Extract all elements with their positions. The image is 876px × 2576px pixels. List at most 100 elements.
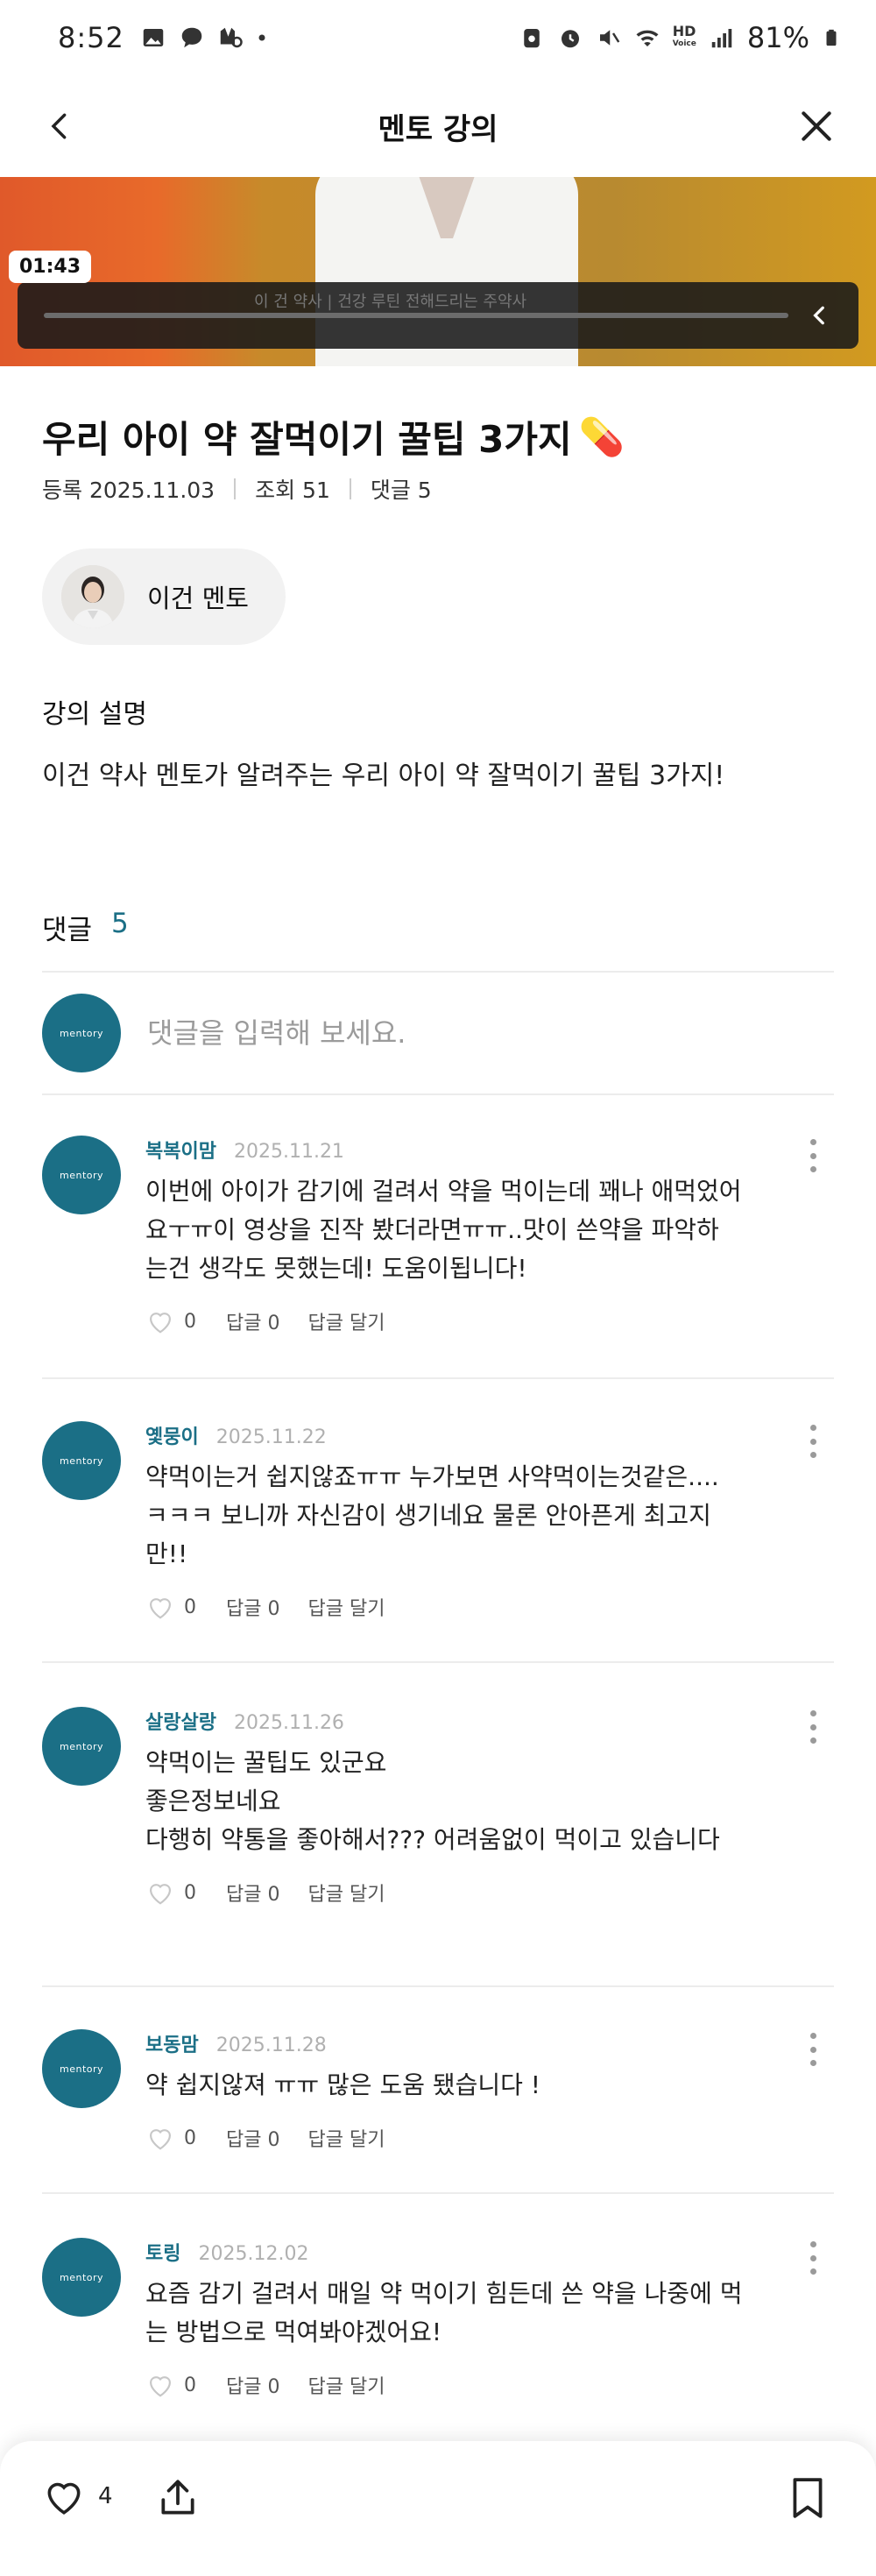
comment-reply-button[interactable]: 답글 달기 (307, 1307, 385, 1335)
comment-text: 약먹이는거 쉽지않죠ㅠㅠ 누가보면 사약먹이는것같은.... ㅋㅋㅋ 보니까 자… (145, 1462, 719, 1568)
comment-author: 복복이맘 (145, 1141, 216, 1163)
wifi-icon (636, 30, 659, 46)
divider (42, 1985, 834, 1987)
lecture-title: 우리 아이 약 잘먹이기 꿀팁 3가지 💊 (42, 410, 625, 464)
mute-icon (599, 30, 619, 46)
mentor-chip[interactable]: 이건 멘토 (42, 548, 286, 645)
close-icon (802, 111, 831, 141)
comment-like-count: 0 (184, 2127, 196, 2149)
video-controls: 이 건 약사 | 건강 루틴 전해드리는 주약사 (18, 282, 858, 349)
video-collapse-button[interactable] (802, 298, 837, 333)
comment-input-row: mentory (42, 994, 834, 1072)
gallery-icon (143, 29, 164, 46)
meta-divider (349, 478, 351, 499)
comment-like-button[interactable]: 0 (145, 2125, 196, 2151)
video-player[interactable]: 이 건 약사 | 건강 루틴 전해드리는 주약사 (0, 177, 876, 366)
heart-icon (149, 1313, 172, 1334)
comment-author: 살랑살랑 (145, 1712, 216, 1734)
divider (42, 1661, 834, 1663)
chevron-left-icon (813, 306, 824, 325)
mentor-photo (61, 565, 124, 628)
view-count: 조회 51 (255, 478, 330, 503)
registered-date: 등록 2025.11.03 (42, 478, 215, 503)
comment-reply-count: 답글 0 (226, 2376, 280, 2398)
status-right: HD Voice 81% (519, 21, 841, 54)
battery-icon (826, 29, 837, 46)
meta-divider (234, 478, 237, 499)
heart-icon (149, 2129, 172, 2150)
comment-like-count: 0 (184, 1881, 196, 1904)
video-progress-bar[interactable] (44, 313, 788, 318)
like-count: 4 (98, 2483, 113, 2509)
share-button[interactable] (156, 2476, 200, 2523)
comment-avatar: mentory (42, 1421, 121, 1500)
bookmark-button[interactable] (788, 2476, 827, 2523)
status-notification-icons (140, 25, 268, 51)
video-time-badge: 01:43 (9, 251, 92, 283)
more-vertical-icon[interactable] (802, 2029, 823, 2070)
comment-text: 약 쉽지않져 ㅠㅠ 많은 도움 됐습니다 ! (145, 2070, 541, 2099)
app-header: 멘토 강의 (0, 75, 876, 177)
back-arrow-icon (51, 113, 67, 139)
more-vertical-icon[interactable] (802, 2238, 823, 2278)
more-vertical-icon[interactable] (802, 1136, 823, 1176)
comment-date: 2025.11.22 (215, 1426, 327, 1448)
mentory-logo: mentory (59, 1454, 104, 1467)
comment-input[interactable] (147, 1016, 834, 1050)
comment-date: 2025.11.26 (233, 1712, 344, 1734)
page-title: 멘토 강의 (378, 111, 498, 147)
comment-reply-count: 답글 0 (226, 2129, 280, 2151)
divider (42, 971, 834, 973)
more-vertical-icon[interactable] (802, 1421, 823, 1461)
voice-label: Voice (672, 39, 696, 48)
comment-reply-button[interactable]: 답글 달기 (307, 1593, 385, 1621)
comments-count: 5 (111, 908, 129, 939)
signal-icon (711, 29, 732, 48)
divider (42, 1377, 834, 1379)
comment-avatar: mentory (42, 1136, 121, 1214)
comment-reply-button[interactable]: 답글 달기 (307, 1879, 385, 1907)
comment-reply-count: 답글 0 (226, 1598, 280, 1620)
comment-avatar: mentory (42, 2238, 121, 2317)
comment-like-button[interactable]: 0 (145, 2372, 196, 2398)
comment-reply-count: 답글 0 (226, 1313, 280, 1334)
heart-icon (149, 2376, 172, 2397)
comment-text: 약먹이는 꿀팁도 있군요 좋은정보네요 다행히 약통을 좋아해서??? 어려움없… (145, 1748, 720, 1854)
lecture-title-text: 우리 아이 약 잘먹이기 꿀팁 3가지 (42, 418, 572, 461)
mentory-logo: mentory (59, 1027, 104, 1039)
comment-like-button[interactable]: 0 (145, 1308, 196, 1334)
comment-like-count: 0 (184, 1310, 196, 1333)
comment-author: 보동맘 (145, 2035, 199, 2056)
comment-date: 2025.11.21 (233, 1141, 344, 1163)
comment-reply-count: 답글 0 (226, 1884, 280, 1906)
comment-like-button[interactable]: 0 (145, 1879, 196, 1906)
heart-icon (149, 1598, 172, 1619)
alarm-icon (561, 30, 579, 48)
app-notification-icon (220, 27, 243, 48)
share-icon (161, 2480, 194, 2515)
comments-heading: 댓글 5 (42, 908, 129, 947)
close-button[interactable] (792, 102, 841, 151)
mentory-logo: mentory (59, 1169, 104, 1181)
comment-author: 토링 (145, 2243, 181, 2265)
comment-date: 2025.12.02 (198, 2243, 309, 2265)
comment-reply-button[interactable]: 답글 달기 (307, 2124, 385, 2152)
back-button[interactable] (35, 102, 84, 151)
my-avatar: mentory (42, 994, 121, 1072)
comment-count-meta: 댓글 5 (370, 478, 432, 503)
comments-heading-label: 댓글 (42, 915, 93, 946)
comment-reply-button[interactable]: 답글 달기 (307, 2371, 385, 2399)
comment-like-button[interactable]: 0 (145, 1594, 196, 1620)
video-caption: 이 건 약사 | 건강 루틴 전해드리는 주약사 (254, 293, 527, 311)
description-heading: 강의 설명 (42, 699, 147, 730)
heart-icon (47, 2482, 81, 2515)
comment-text: 이번에 아이가 감기에 걸려서 약을 먹이는데 꽤나 애먹었어 요ㅜㅠ이 영상을… (145, 1177, 742, 1283)
bookmark-icon (793, 2478, 823, 2518)
comment-like-count: 0 (184, 2374, 196, 2396)
comment-date: 2025.11.28 (215, 2035, 327, 2056)
divider (42, 2192, 834, 2194)
description-text: 이건 약사 멘토가 알려주는 우리 아이 약 잘먹이기 꿀팁 3가지! (42, 761, 725, 791)
more-vertical-icon[interactable] (802, 1707, 823, 1747)
comment-text: 요즘 감기 걸려서 매일 약 먹이기 힘든데 쓴 약을 나중에 먹 는 방법으로… (145, 2279, 743, 2346)
like-button[interactable]: 4 (42, 2476, 113, 2516)
